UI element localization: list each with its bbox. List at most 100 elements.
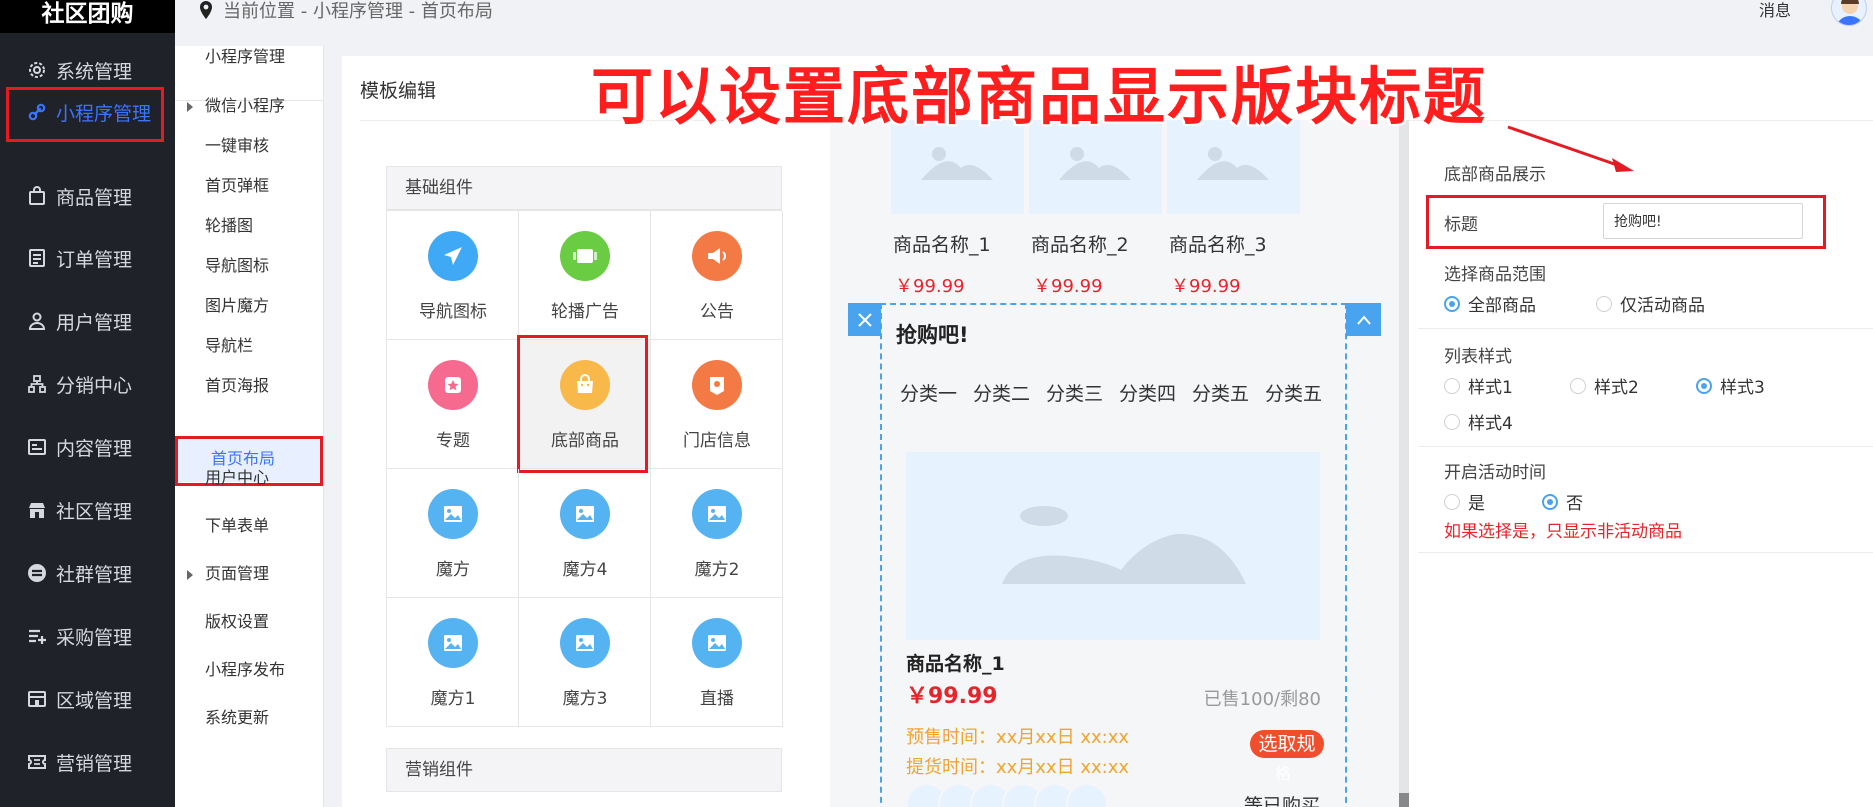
component-label: 导航图标 <box>419 302 487 322</box>
sidebar-item-label: 社群管理 <box>56 563 133 586</box>
component-cube[interactable]: 魔方 <box>387 469 519 598</box>
category-tab[interactable]: 分类五 <box>1265 379 1322 406</box>
radio-label: 仅活动商品 <box>1620 296 1705 316</box>
image-icon <box>428 489 478 539</box>
category-tab[interactable]: 分类四 <box>1119 379 1176 406</box>
list-icon <box>26 247 48 269</box>
sidebar-item-miniprogram[interactable]: 小程序管理 <box>0 81 175 143</box>
component-label: 魔方 <box>436 560 470 580</box>
sidebar-item-purchase[interactable]: 采购管理 <box>0 605 175 667</box>
select-spec-button-overflow: 格 <box>1275 764 1292 783</box>
product-price: ￥99.99 <box>895 276 965 297</box>
sidebar-item-label: 系统管理 <box>56 60 133 83</box>
megaphone-icon <box>692 231 742 281</box>
style3-radio[interactable]: 样式3 <box>1696 373 1765 398</box>
component-label: 底部商品 <box>551 431 619 451</box>
sidebar-item-label: 区域管理 <box>56 689 133 712</box>
highlight-frame <box>6 87 164 142</box>
activity-time-label: 开启活动时间 <box>1444 463 1546 483</box>
breadcrumb-text: 当前位置 - 小程序管理 - 首页布局 <box>223 1 493 22</box>
component-cube3[interactable]: 魔方3 <box>519 598 651 727</box>
presale-time: 预售时间：xx月xx日 xx:xx <box>906 727 1130 748</box>
subnav-item-publish[interactable]: 小程序发布 <box>175 647 324 693</box>
component-store-info[interactable]: 门店信息 <box>651 340 783 469</box>
marketing-components-header: 营销组件 <box>386 748 782 792</box>
component-live[interactable]: 直播 <box>651 598 783 727</box>
component-carousel[interactable]: 轮播广告 <box>519 211 651 340</box>
carousel-icon <box>560 231 610 281</box>
sidebar-item-marketing[interactable]: 营销管理 <box>0 731 175 793</box>
sidebar-item-orders[interactable]: 订单管理 <box>0 227 175 289</box>
chevron-up-icon <box>1356 314 1371 325</box>
style4-radio[interactable]: 样式4 <box>1444 409 1513 434</box>
sidebar-item-content[interactable]: 内容管理 <box>0 416 175 478</box>
sidebar-item-region[interactable]: 区域管理 <box>0 668 175 730</box>
category-tab[interactable]: 分类三 <box>1046 379 1103 406</box>
pickup-time: 提货时间：xx月xx日 xx:xx <box>906 757 1130 778</box>
category-tab[interactable]: 分类五 <box>1192 379 1249 406</box>
buyer-avatar <box>1066 783 1108 807</box>
shop-icon <box>26 688 48 710</box>
bottom-products-block[interactable]: 抢购吧! 分类一 分类二 分类三 分类四 分类五 分类五 商品名称_1 ￥99.… <box>880 303 1347 807</box>
subnav-item-user-center[interactable]: 用户中心 <box>175 455 324 501</box>
subnav-item-copyright[interactable]: 版权设置 <box>175 599 324 645</box>
category-tab[interactable]: 分类一 <box>900 379 957 406</box>
subnav-item-miniprogram[interactable]: 小程序管理 <box>175 34 324 80</box>
style-label: 列表样式 <box>1444 347 1512 367</box>
sidebar-item-community[interactable]: 社区管理 <box>0 479 175 541</box>
product-name: 商品名称_2 <box>1031 234 1129 256</box>
time-yes-radio[interactable]: 是 <box>1444 489 1485 514</box>
component-grid: 导航图标 轮播广告 公告 专题 底部商品 门店信息 魔方 魔方4 魔方2 魔方1… <box>386 210 783 727</box>
panel-title: 模板编辑 <box>360 80 437 102</box>
product-price: ￥99.99 <box>1171 276 1241 297</box>
subnav-item-update[interactable]: 系统更新 <box>175 695 324 741</box>
ticket-icon <box>26 751 48 773</box>
category-tab[interactable]: 分类二 <box>973 379 1030 406</box>
subnav-item-pages[interactable]: 页面管理 <box>175 551 324 597</box>
component-topic[interactable]: 专题 <box>387 340 519 469</box>
subnav-item-order-form[interactable]: 下单表单 <box>175 503 324 549</box>
title-input[interactable] <box>1603 203 1803 239</box>
shopping-bag-icon <box>560 360 610 410</box>
component-bottom-products[interactable]: 底部商品 <box>517 335 651 473</box>
bag-icon <box>26 185 48 207</box>
radio-label: 是 <box>1468 494 1485 514</box>
sidebar-item-label: 分销中心 <box>56 374 133 397</box>
avatar[interactable] <box>1831 0 1867 26</box>
image-icon <box>692 618 742 668</box>
component-cube1[interactable]: 魔方1 <box>387 598 519 727</box>
select-spec-button[interactable]: 选取规 <box>1250 730 1324 758</box>
sidebar-item-products[interactable]: 商品管理 <box>0 165 175 227</box>
move-up-button[interactable] <box>1346 303 1381 336</box>
sidebar-item-label: 用户管理 <box>56 311 133 334</box>
close-block-button[interactable] <box>848 303 881 336</box>
style1-radio[interactable]: 样式1 <box>1444 373 1513 398</box>
product-price: ￥99.99 <box>906 684 998 709</box>
component-cube2[interactable]: 魔方2 <box>651 469 783 598</box>
block-title: 抢购吧! <box>896 323 969 347</box>
component-cube4[interactable]: 魔方4 <box>519 469 651 598</box>
time-no-radio[interactable]: 否 <box>1542 489 1583 514</box>
range-activity-radio[interactable]: 仅活动商品 <box>1596 291 1705 316</box>
preview-scrollbar[interactable] <box>1399 120 1409 807</box>
messages-link[interactable]: 消息 <box>1759 0 1791 21</box>
range-all-radio[interactable]: 全部商品 <box>1444 291 1536 316</box>
basic-components-header: 基础组件 <box>386 166 782 210</box>
divider <box>1418 446 1873 447</box>
sidebar-item-distribution[interactable]: 分销中心 <box>0 353 175 415</box>
range-label: 选择商品范围 <box>1444 265 1546 285</box>
divider <box>1418 328 1873 329</box>
style2-radio[interactable]: 样式2 <box>1570 373 1639 398</box>
sidebar-item-users[interactable]: 用户管理 <box>0 290 175 352</box>
main-sidebar: 社区团购 系统管理 小程序管理 商品管理 订单管理 用户管理 分销中心 内容管理… <box>0 0 175 807</box>
component-label: 门店信息 <box>683 431 751 451</box>
sidebar-item-label: 采购管理 <box>56 626 133 649</box>
component-notice[interactable]: 公告 <box>651 211 783 340</box>
component-nav-icons[interactable]: 导航图标 <box>387 211 519 340</box>
scroll-thumb[interactable] <box>1399 793 1409 807</box>
equal-circle-icon <box>26 562 48 584</box>
sidebar-item-groups[interactable]: 社群管理 <box>0 542 175 604</box>
product-name: 商品名称_3 <box>1169 234 1267 256</box>
subnav-item-poster[interactable]: 首页海报 <box>175 363 324 409</box>
close-icon <box>857 312 872 327</box>
